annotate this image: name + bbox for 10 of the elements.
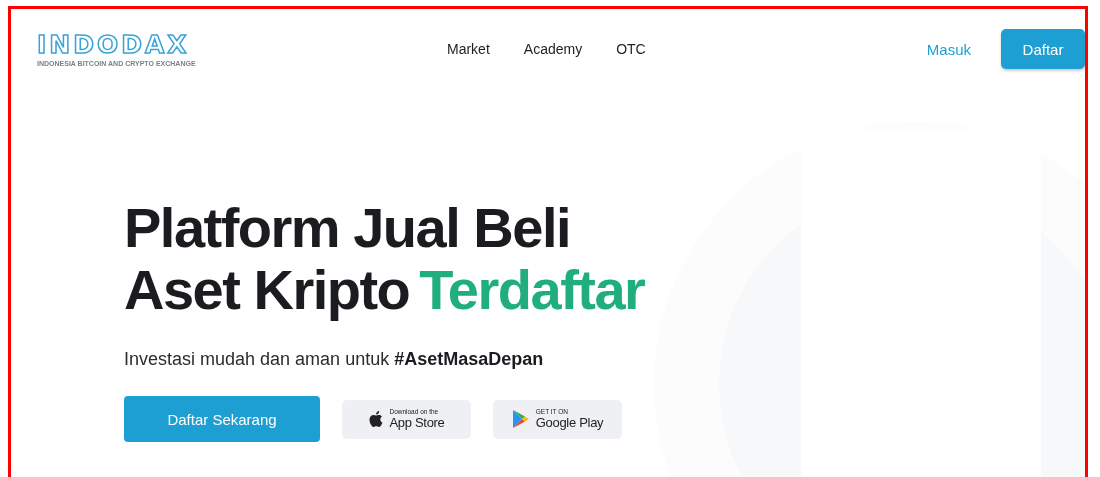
logo-wordmark: INDODAX bbox=[37, 31, 191, 58]
nav-link[interactable]: Market bbox=[447, 41, 490, 57]
hero-heading-highlight: Terdaftar bbox=[419, 259, 645, 321]
hero-subtitle: Investasi mudah dan aman untuk #AsetMasaDepan bbox=[124, 349, 545, 370]
apple-logo-icon bbox=[368, 410, 384, 428]
hero-heading: Platform Jual Beli bbox=[124, 197, 572, 259]
nav-link[interactable]: Academy bbox=[523, 41, 583, 57]
hero-heading: Aset Kripto bbox=[124, 259, 410, 321]
play-triangle-icon bbox=[511, 409, 530, 429]
nav-link[interactable]: OTC bbox=[616, 41, 646, 57]
